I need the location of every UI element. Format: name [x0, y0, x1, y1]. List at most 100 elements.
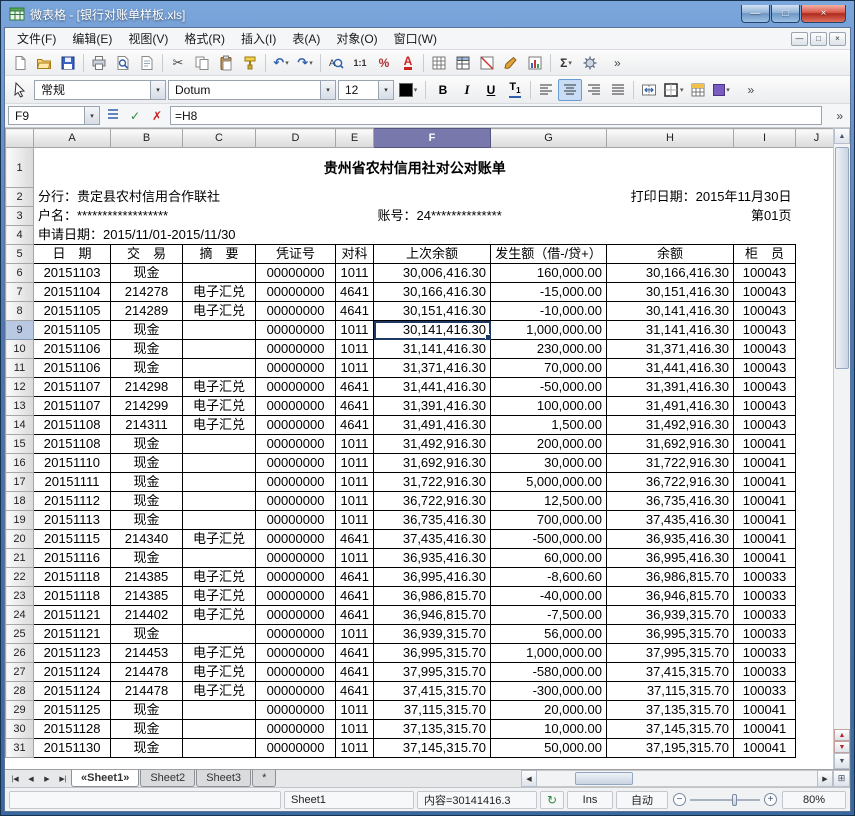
- col-header-A[interactable]: A: [33, 128, 111, 148]
- close-button[interactable]: ×: [801, 5, 846, 23]
- menu-insert[interactable]: 插入(I): [233, 28, 284, 49]
- cell-D13[interactable]: 00000000: [255, 396, 336, 416]
- cell-F26[interactable]: 36,995,315.70: [373, 643, 491, 663]
- table-header-8[interactable]: 柜 员: [733, 244, 796, 264]
- chevron-down-icon[interactable]: ▾: [84, 107, 99, 124]
- paint-brush-button[interactable]: [499, 52, 523, 74]
- cell-I25[interactable]: 100033: [733, 624, 796, 644]
- cell-B25[interactable]: 现金: [110, 624, 183, 644]
- cell-outside[interactable]: [796, 378, 838, 397]
- cell-B29[interactable]: 现金: [110, 700, 183, 720]
- borders-button[interactable]: ▾: [661, 79, 686, 101]
- cell-G29[interactable]: 20,000.00: [490, 700, 607, 720]
- page-number[interactable]: 第01页: [607, 207, 796, 226]
- chevron-down-icon[interactable]: ▾: [309, 59, 313, 67]
- cell-outside[interactable]: [796, 701, 838, 720]
- cell-I24[interactable]: 100033: [733, 605, 796, 625]
- cell-G24[interactable]: -7,500.00: [490, 605, 607, 625]
- cell-H22[interactable]: 36,986,815.70: [606, 567, 734, 587]
- cell-F29[interactable]: 37,115,315.70: [373, 700, 491, 720]
- cell-H30[interactable]: 37,145,315.70: [606, 719, 734, 739]
- zoom-slider-thumb[interactable]: [732, 793, 737, 806]
- row-header-19[interactable]: 19: [5, 510, 34, 530]
- cell-E15[interactable]: 1011: [335, 434, 374, 454]
- menu-window[interactable]: 窗口(W): [386, 28, 445, 49]
- period-line[interactable]: 申请日期：2015/11/01-2015/11/30: [34, 226, 796, 245]
- cell-G14[interactable]: 1,500.00: [490, 415, 607, 435]
- redo-button[interactable]: ↷ ▾: [293, 52, 317, 74]
- cell-D15[interactable]: 00000000: [255, 434, 336, 454]
- cell-E30[interactable]: 1011: [335, 719, 374, 739]
- cell-I20[interactable]: 100041: [733, 529, 796, 549]
- cell-D19[interactable]: 00000000: [255, 510, 336, 530]
- cell-C14[interactable]: 电子汇兑: [182, 415, 256, 435]
- grid-borders-button[interactable]: [427, 52, 451, 74]
- cell-E25[interactable]: 1011: [335, 624, 374, 644]
- doc-title[interactable]: 贵州省农村信用社对公对账单: [34, 148, 796, 188]
- paste-button[interactable]: [214, 52, 238, 74]
- select-cursor-button[interactable]: [8, 79, 32, 101]
- chevron-down-icon[interactable]: ▾: [320, 80, 335, 99]
- chevron-down-icon[interactable]: ▾: [414, 86, 418, 94]
- table-button[interactable]: [451, 52, 475, 74]
- chevron-down-icon[interactable]: ▾: [378, 80, 393, 99]
- align-center-button[interactable]: [558, 78, 582, 101]
- cell-E11[interactable]: 1011: [335, 358, 374, 378]
- maximize-button[interactable]: □: [771, 5, 800, 23]
- cell-A23[interactable]: 20151118: [33, 586, 111, 606]
- undo-button[interactable]: ↶ ▾: [269, 52, 293, 74]
- cell-C18[interactable]: [182, 491, 256, 511]
- cell-G13[interactable]: 100,000.00: [490, 396, 607, 416]
- cell-B12[interactable]: 214298: [110, 377, 183, 397]
- cell-H13[interactable]: 31,491,416.30: [606, 396, 734, 416]
- cell-G22[interactable]: -8,600.60: [490, 567, 607, 587]
- cell-D17[interactable]: 00000000: [255, 472, 336, 492]
- row-header-18[interactable]: 18: [5, 491, 34, 511]
- row-header-11[interactable]: 11: [5, 358, 34, 378]
- cell-outside[interactable]: [796, 302, 838, 321]
- cell-G7[interactable]: -15,000.00: [490, 282, 607, 302]
- cell-H28[interactable]: 37,115,315.70: [606, 681, 734, 701]
- cell-outside[interactable]: [796, 148, 838, 188]
- cell-A28[interactable]: 20151124: [33, 681, 111, 701]
- cell-D9[interactable]: 00000000: [255, 320, 336, 340]
- vertical-scroll-thumb[interactable]: [835, 147, 849, 370]
- next-page-button[interactable]: ▼: [834, 741, 850, 753]
- table-header-5[interactable]: 上次余额: [373, 244, 491, 264]
- branch-line[interactable]: 分行：贵定县农村信用合作联社: [34, 188, 607, 207]
- font-color-picker-button[interactable]: ▾: [396, 79, 420, 101]
- row-header-1[interactable]: 1: [5, 147, 34, 188]
- table-header-2[interactable]: 摘 要: [182, 244, 256, 264]
- cell-F21[interactable]: 36,935,416.30: [373, 548, 491, 568]
- recalc-button[interactable]: ↻: [540, 790, 564, 809]
- save-button[interactable]: [56, 52, 80, 74]
- cell-C27[interactable]: 电子汇兑: [182, 662, 256, 682]
- cell-C28[interactable]: 电子汇兑: [182, 681, 256, 701]
- cell-outside[interactable]: [796, 264, 838, 283]
- cell-A17[interactable]: 20151111: [33, 472, 111, 492]
- cell-D8[interactable]: 00000000: [255, 301, 336, 321]
- find-button[interactable]: A: [324, 52, 348, 74]
- cell-E31[interactable]: 1011: [335, 738, 374, 758]
- cell-I7[interactable]: 100043: [733, 282, 796, 302]
- table-header-7[interactable]: 余额: [606, 244, 734, 264]
- cell-F18[interactable]: 36,722,916.30: [373, 491, 491, 511]
- cell-outside[interactable]: [796, 720, 838, 739]
- col-header-F[interactable]: F: [373, 128, 491, 148]
- cell-C22[interactable]: 电子汇兑: [182, 567, 256, 587]
- cell-F15[interactable]: 31,492,916.30: [373, 434, 491, 454]
- cell-E13[interactable]: 4641: [335, 396, 374, 416]
- cell-C9[interactable]: [182, 320, 256, 340]
- font-effects-button[interactable]: T1: [503, 79, 527, 101]
- row-header-5[interactable]: 5: [5, 244, 34, 264]
- cell-I10[interactable]: 100043: [733, 339, 796, 359]
- open-file-button[interactable]: [32, 52, 56, 74]
- cell-outside[interactable]: [796, 473, 838, 492]
- cell-G23[interactable]: -40,000.00: [490, 586, 607, 606]
- cell-E14[interactable]: 4641: [335, 415, 374, 435]
- cell-E22[interactable]: 4641: [335, 567, 374, 587]
- cell-E7[interactable]: 4641: [335, 282, 374, 302]
- cell-H20[interactable]: 36,935,416.30: [606, 529, 734, 549]
- mdi-close-button[interactable]: ×: [829, 31, 846, 46]
- cell-G15[interactable]: 200,000.00: [490, 434, 607, 454]
